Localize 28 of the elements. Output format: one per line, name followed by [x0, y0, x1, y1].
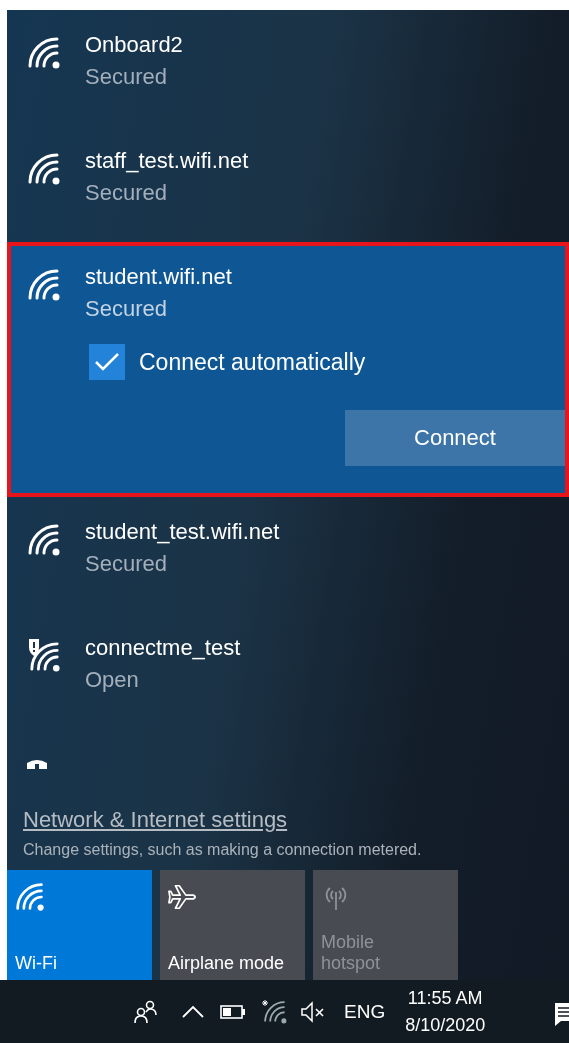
network-status: Secured — [85, 551, 168, 577]
network-name: staff_test.wifi.net — [85, 148, 249, 174]
quick-action-tile[interactable]: Airplane mode — [160, 870, 305, 980]
network-item[interactable]: staff_test.wifi.net Secured — [7, 126, 569, 242]
settings-link[interactable]: Network & Internet settings — [23, 807, 288, 833]
network-status: Open — [85, 667, 140, 693]
network-item[interactable]: student_test.wifi.net Secured — [7, 497, 569, 613]
network-name: connectme_test — [85, 635, 241, 661]
checkbox-label: Connect automatically — [139, 348, 366, 376]
network-status: Secured — [85, 64, 168, 90]
settings-hint: Change settings, such as making a connection metered. — [23, 841, 422, 859]
checkmark-icon — [94, 352, 120, 372]
connect-button[interactable]: Connect — [345, 410, 565, 466]
network-item[interactable]: Onboard2 Secured — [7, 10, 569, 126]
network-status: Secured — [85, 180, 168, 206]
clock[interactable]: 11:55 AM 8/10/2020 — [405, 987, 486, 1036]
checkbox[interactable] — [89, 344, 125, 380]
airplane-icon — [168, 882, 198, 912]
network-item[interactable]: connectme_test Open — [7, 613, 569, 729]
muted-speaker-icon[interactable] — [300, 998, 326, 1025]
network-name: student.wifi.net — [85, 264, 232, 290]
people-icon[interactable] — [132, 998, 158, 1025]
quick-action-tile[interactable]: Wi-Fi — [7, 870, 152, 980]
wifi-shield-icon — [27, 639, 61, 673]
network-name: Onboard2 — [85, 32, 183, 58]
language-indicator[interactable]: ENG — [344, 1000, 386, 1023]
network-name: student_test.wifi.net — [85, 519, 280, 545]
network-status: Secured — [85, 296, 168, 322]
